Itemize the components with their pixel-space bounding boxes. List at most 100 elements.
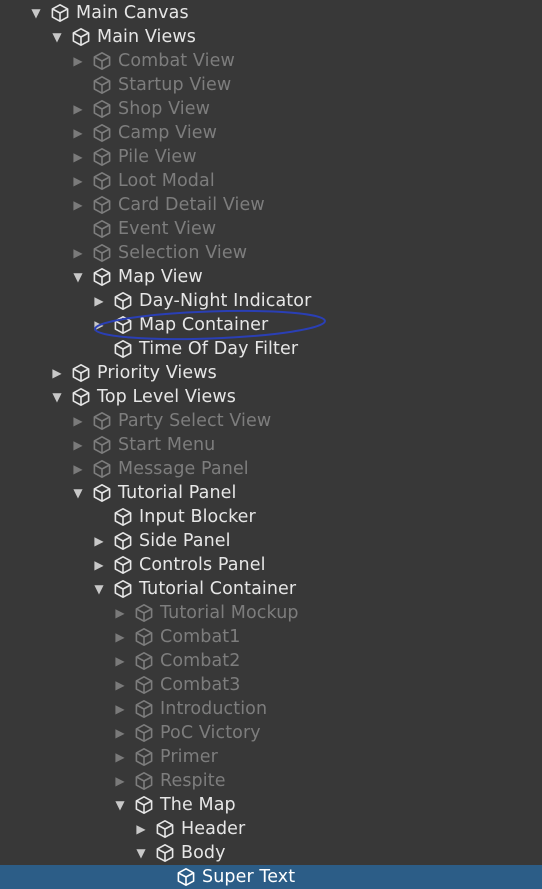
tree-row-label: Combat View bbox=[118, 51, 235, 71]
tree-row[interactable]: ▶ Party Select View bbox=[0, 409, 542, 433]
triangle-right-icon[interactable]: ▶ bbox=[113, 697, 127, 721]
tree-row[interactable]: Input Blocker bbox=[0, 505, 542, 529]
tree-row[interactable]: Event View bbox=[0, 217, 542, 241]
tree-row[interactable]: ▶ Combat2 bbox=[0, 649, 542, 673]
tree-row[interactable]: ▼ Tutorial Container bbox=[0, 577, 542, 601]
gameobject-cube-icon bbox=[93, 460, 111, 478]
tree-row-label: Time Of Day Filter bbox=[139, 339, 299, 359]
triangle-down-icon[interactable]: ▼ bbox=[134, 841, 148, 865]
tree-row-label: Start Menu bbox=[118, 435, 216, 455]
triangle-right-icon[interactable]: ▶ bbox=[92, 313, 106, 337]
triangle-right-icon[interactable]: ▶ bbox=[113, 745, 127, 769]
gameobject-cube-icon bbox=[93, 76, 111, 94]
triangle-right-icon[interactable]: ▶ bbox=[71, 241, 85, 265]
tree-row-label: Tutorial Panel bbox=[118, 483, 237, 503]
triangle-right-icon[interactable]: ▶ bbox=[92, 529, 106, 553]
gameobject-cube-icon bbox=[114, 316, 132, 334]
triangle-down-icon[interactable]: ▼ bbox=[71, 265, 85, 289]
gameobject-cube-icon bbox=[93, 52, 111, 70]
tree-row[interactable]: ▶ Loot Modal bbox=[0, 169, 542, 193]
tree-row[interactable]: Startup View bbox=[0, 73, 542, 97]
tree-row[interactable]: ▶ Map Container bbox=[0, 313, 542, 337]
tree-row-label: Selection View bbox=[118, 243, 248, 263]
tree-row[interactable]: ▶ Message Panel bbox=[0, 457, 542, 481]
tree-row[interactable]: ▼ The Map bbox=[0, 793, 542, 817]
tree-row-label: Startup View bbox=[118, 75, 232, 95]
triangle-right-icon[interactable]: ▶ bbox=[71, 97, 85, 121]
triangle-right-icon[interactable]: ▶ bbox=[92, 289, 106, 313]
tree-row[interactable]: ▼ Top Level Views bbox=[0, 385, 542, 409]
tree-row[interactable]: ▶ Introduction bbox=[0, 697, 542, 721]
tree-row[interactable]: ▼ Body bbox=[0, 841, 542, 865]
triangle-right-icon[interactable]: ▶ bbox=[50, 361, 64, 385]
arrow-spacer bbox=[155, 865, 169, 889]
tree-row[interactable]: ▶ Pile View bbox=[0, 145, 542, 169]
tree-row[interactable]: ▶ PoC Victory bbox=[0, 721, 542, 745]
triangle-down-icon[interactable]: ▼ bbox=[29, 1, 43, 25]
tree-row[interactable]: ▶ Tutorial Mockup bbox=[0, 601, 542, 625]
triangle-down-icon[interactable]: ▼ bbox=[50, 385, 64, 409]
triangle-right-icon[interactable]: ▶ bbox=[92, 553, 106, 577]
triangle-right-icon[interactable]: ▶ bbox=[71, 49, 85, 73]
triangle-right-icon[interactable]: ▶ bbox=[134, 817, 148, 841]
tree-row-label: Party Select View bbox=[118, 411, 272, 431]
triangle-right-icon[interactable]: ▶ bbox=[71, 121, 85, 145]
tree-row[interactable]: ▶ Header bbox=[0, 817, 542, 841]
tree-row-label: Map View bbox=[118, 267, 203, 287]
tree-row[interactable]: ▶ Respite bbox=[0, 769, 542, 793]
tree-row-label: Controls Panel bbox=[139, 555, 266, 575]
tree-row[interactable]: ▶ Combat View bbox=[0, 49, 542, 73]
triangle-right-icon[interactable]: ▶ bbox=[71, 169, 85, 193]
gameobject-cube-icon bbox=[135, 604, 153, 622]
triangle-right-icon[interactable]: ▶ bbox=[71, 193, 85, 217]
tree-row[interactable]: ▶ Side Panel bbox=[0, 529, 542, 553]
triangle-right-icon[interactable]: ▶ bbox=[113, 625, 127, 649]
gameobject-cube-icon bbox=[93, 124, 111, 142]
tree-row[interactable]: ▶ Priority Views bbox=[0, 361, 542, 385]
tree-row[interactable]: ▶ Day-Night Indicator bbox=[0, 289, 542, 313]
triangle-right-icon[interactable]: ▶ bbox=[113, 673, 127, 697]
triangle-down-icon[interactable]: ▼ bbox=[92, 577, 106, 601]
tree-row[interactable]: Time Of Day Filter bbox=[0, 337, 542, 361]
gameobject-cube-icon bbox=[72, 28, 90, 46]
triangle-right-icon[interactable]: ▶ bbox=[113, 769, 127, 793]
triangle-down-icon[interactable]: ▼ bbox=[113, 793, 127, 817]
triangle-right-icon[interactable]: ▶ bbox=[71, 409, 85, 433]
triangle-right-icon[interactable]: ▶ bbox=[113, 649, 127, 673]
tree-row[interactable]: ▼ Main Views bbox=[0, 25, 542, 49]
gameobject-cube-icon bbox=[114, 532, 132, 550]
triangle-right-icon[interactable]: ▶ bbox=[71, 433, 85, 457]
tree-row[interactable]: ▶ Card Detail View bbox=[0, 193, 542, 217]
tree-row-label: Combat2 bbox=[160, 651, 241, 671]
tree-row[interactable]: Super Text bbox=[0, 865, 542, 889]
tree-row[interactable]: ▶ Selection View bbox=[0, 241, 542, 265]
tree-row[interactable]: ▶ Combat1 bbox=[0, 625, 542, 649]
gameobject-cube-icon bbox=[72, 388, 90, 406]
triangle-right-icon[interactable]: ▶ bbox=[71, 145, 85, 169]
triangle-right-icon[interactable]: ▶ bbox=[113, 601, 127, 625]
triangle-down-icon[interactable]: ▼ bbox=[50, 25, 64, 49]
gameobject-cube-icon bbox=[93, 100, 111, 118]
tree-row[interactable]: ▶ Start Menu bbox=[0, 433, 542, 457]
triangle-down-icon[interactable]: ▼ bbox=[71, 481, 85, 505]
tree-row[interactable]: ▶ Shop View bbox=[0, 97, 542, 121]
tree-row[interactable]: ▼ Tutorial Panel bbox=[0, 481, 542, 505]
gameobject-cube-icon bbox=[156, 844, 174, 862]
tree-row-label: PoC Victory bbox=[160, 723, 261, 743]
tree-row[interactable]: ▶ Primer bbox=[0, 745, 542, 769]
tree-row[interactable]: ▼ Main Canvas bbox=[0, 1, 542, 25]
gameobject-cube-icon bbox=[135, 772, 153, 790]
tree-row[interactable]: ▶ Combat3 bbox=[0, 673, 542, 697]
gameobject-cube-icon bbox=[135, 700, 153, 718]
tree-row[interactable]: ▶ Controls Panel bbox=[0, 553, 542, 577]
gameobject-cube-icon bbox=[135, 628, 153, 646]
triangle-right-icon[interactable]: ▶ bbox=[71, 457, 85, 481]
tree-row-label: Map Container bbox=[139, 315, 269, 335]
gameobject-cube-icon bbox=[93, 244, 111, 262]
tree-row[interactable]: ▼ Map View bbox=[0, 265, 542, 289]
tree-row-label: Event View bbox=[118, 219, 217, 239]
tree-row-label: Combat3 bbox=[160, 675, 241, 695]
tree-row[interactable]: ▶ Camp View bbox=[0, 121, 542, 145]
gameobject-cube-icon bbox=[114, 508, 132, 526]
triangle-right-icon[interactable]: ▶ bbox=[113, 721, 127, 745]
